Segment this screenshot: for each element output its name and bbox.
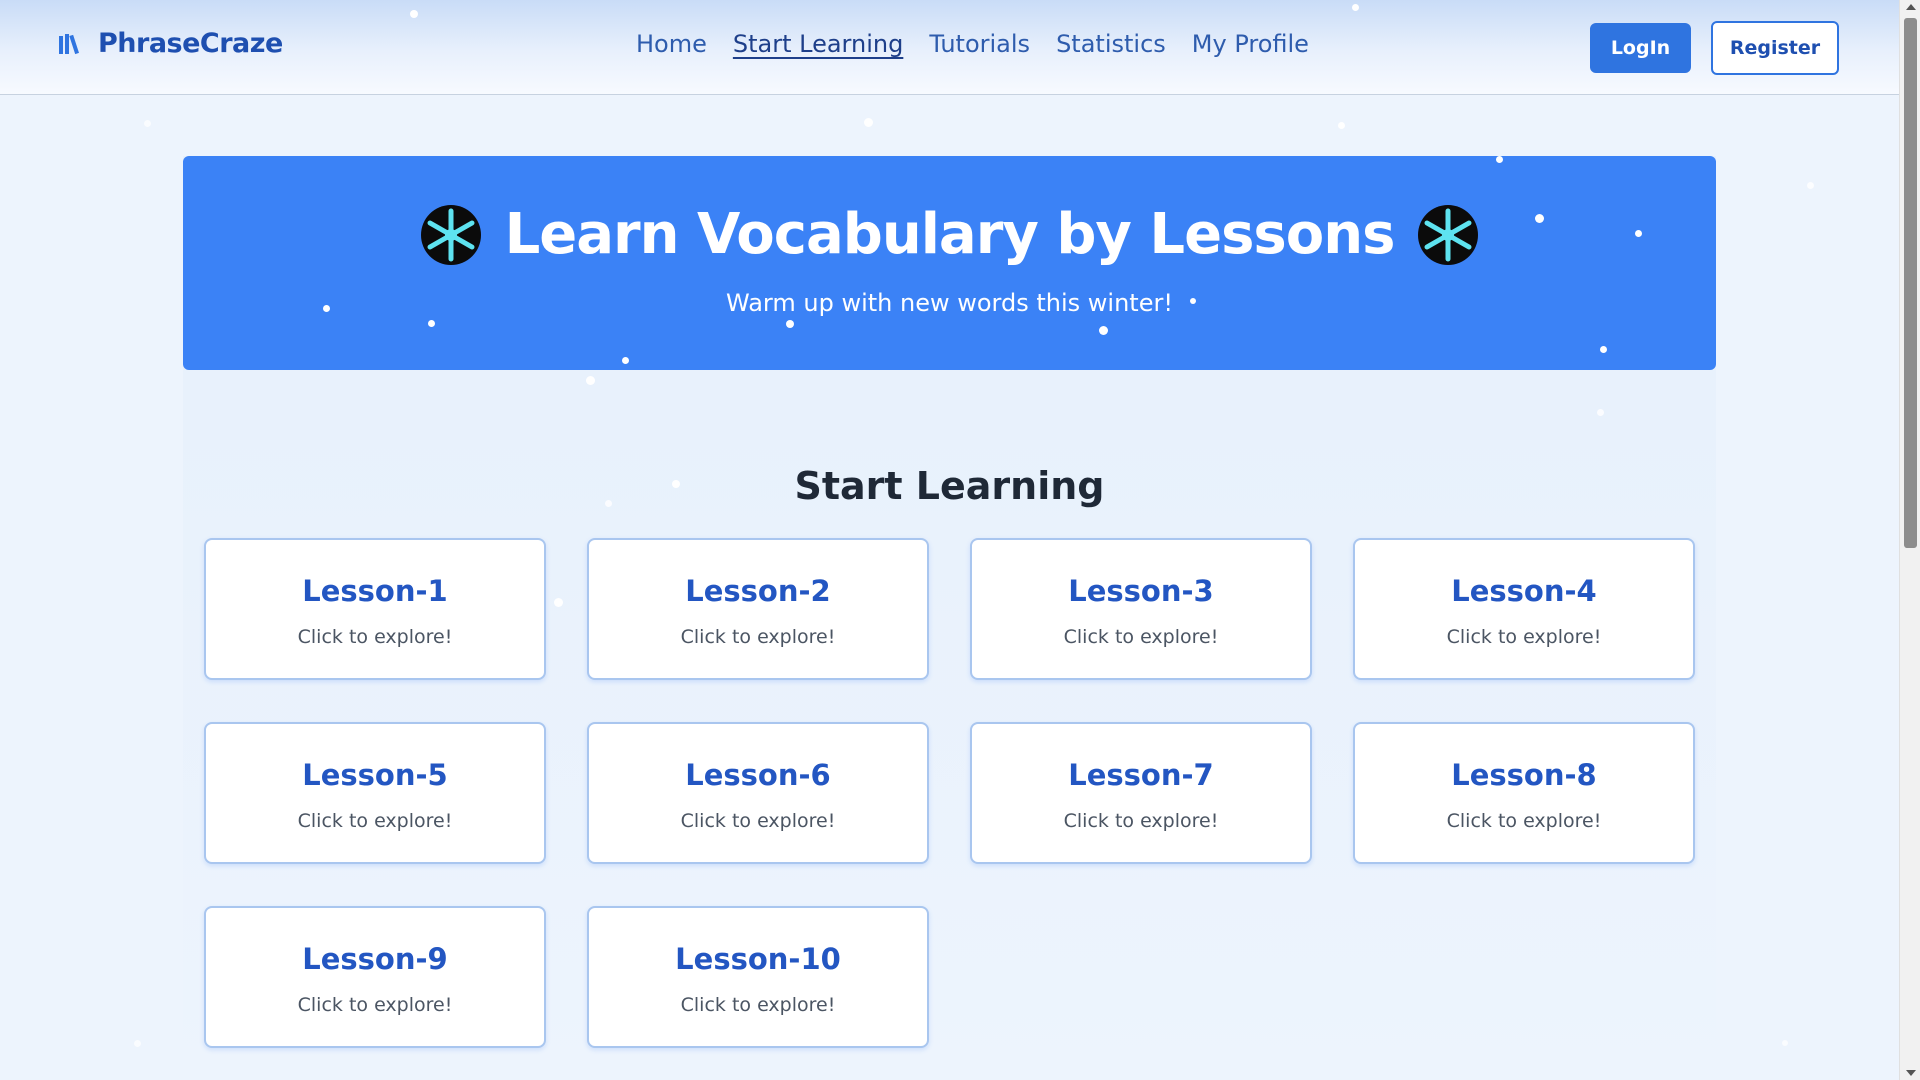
snow-particle: [554, 598, 563, 607]
snow-particle: [1807, 182, 1814, 189]
snowflake-icon: [420, 204, 481, 265]
lesson-title: Lesson-6: [685, 758, 831, 792]
login-button[interactable]: LogIn: [1590, 23, 1691, 73]
lesson-card[interactable]: Lesson-7 Click to explore!: [970, 722, 1312, 864]
navbar: PhraseCraze Home Start Learning Tutorial…: [0, 0, 1899, 95]
lesson-subtitle: Click to explore!: [1063, 626, 1219, 648]
lesson-subtitle: Click to explore!: [1446, 810, 1602, 832]
snow-particle: [1635, 230, 1642, 237]
snow-particle: [428, 320, 435, 327]
section-title: Start Learning: [794, 464, 1105, 508]
snow-particle: [1352, 4, 1359, 11]
snow-particle: [1496, 156, 1503, 163]
snow-particle: [586, 376, 595, 385]
lesson-subtitle: Click to explore!: [297, 626, 453, 648]
lesson-title: Lesson-3: [1068, 574, 1214, 608]
snow-particle: [1600, 346, 1607, 353]
snow-particle: [1190, 298, 1196, 304]
lesson-title: Lesson-9: [302, 942, 448, 976]
scrollbar-thumb[interactable]: [1904, 18, 1917, 548]
hero-banner: Learn Vocabulary by Lessons Warm up with…: [183, 156, 1716, 370]
lesson-card[interactable]: Lesson-10 Click to explore!: [587, 906, 929, 1048]
snow-particle: [1338, 122, 1345, 129]
snow-particle: [144, 120, 151, 127]
snow-particle: [134, 1040, 141, 1047]
lesson-title: Lesson-4: [1451, 574, 1597, 608]
snow-particle: [1099, 326, 1108, 335]
snow-particle: [605, 500, 612, 507]
register-button[interactable]: Register: [1711, 21, 1839, 75]
scroll-down-arrow-icon[interactable]: [1906, 1070, 1916, 1076]
main-nav: Home Start Learning Tutorials Statistics…: [636, 30, 1309, 58]
lesson-card[interactable]: Lesson-6 Click to explore!: [587, 722, 929, 864]
vertical-scrollbar[interactable]: [1899, 0, 1920, 1080]
lesson-card[interactable]: Lesson-9 Click to explore!: [204, 906, 546, 1048]
lesson-subtitle: Click to explore!: [1446, 626, 1602, 648]
lesson-card[interactable]: Lesson-8 Click to explore!: [1353, 722, 1695, 864]
lesson-subtitle: Click to explore!: [680, 626, 836, 648]
snow-particle: [672, 480, 680, 488]
snow-particle: [786, 320, 794, 328]
lesson-card[interactable]: Lesson-2 Click to explore!: [587, 538, 929, 680]
snow-particle: [323, 305, 330, 312]
lesson-title: Lesson-5: [302, 758, 448, 792]
lesson-card[interactable]: Lesson-4 Click to explore!: [1353, 538, 1695, 680]
scroll-up-arrow-icon[interactable]: [1906, 4, 1916, 10]
snow-particle: [1782, 1040, 1788, 1046]
lesson-card[interactable]: Lesson-3 Click to explore!: [970, 538, 1312, 680]
snowflake-icon: [1418, 204, 1479, 265]
lesson-subtitle: Click to explore!: [1063, 810, 1219, 832]
hero-title-row: Learn Vocabulary by Lessons: [183, 202, 1716, 267]
nav-link-home[interactable]: Home: [636, 30, 707, 58]
nav-link-tutorials[interactable]: Tutorials: [929, 30, 1030, 58]
main-container: Learn Vocabulary by Lessons Warm up with…: [183, 156, 1716, 1080]
hero-subtitle: Warm up with new words this winter!: [726, 289, 1173, 317]
lesson-subtitle: Click to explore!: [680, 810, 836, 832]
hero-title: Learn Vocabulary by Lessons: [504, 202, 1396, 267]
brand-logo[interactable]: PhraseCraze: [58, 28, 283, 59]
snow-particle: [1597, 409, 1604, 416]
lesson-card[interactable]: Lesson-1 Click to explore!: [204, 538, 546, 680]
lesson-subtitle: Click to explore!: [297, 810, 453, 832]
lesson-title: Lesson-10: [675, 942, 841, 976]
nav-link-my-profile[interactable]: My Profile: [1192, 30, 1309, 58]
lesson-title: Lesson-1: [302, 574, 448, 608]
lesson-title: Lesson-7: [1068, 758, 1214, 792]
brand-name: PhraseCraze: [98, 28, 283, 59]
lesson-title: Lesson-2: [685, 574, 831, 608]
lesson-subtitle: Click to explore!: [680, 994, 836, 1016]
snow-particle: [622, 357, 629, 364]
lesson-subtitle: Click to explore!: [297, 994, 453, 1016]
nav-link-start-learning[interactable]: Start Learning: [733, 30, 903, 58]
snow-particle: [410, 10, 418, 18]
snow-particle: [1535, 214, 1544, 223]
books-icon: [59, 33, 79, 54]
snow-particle: [864, 118, 873, 127]
nav-link-statistics[interactable]: Statistics: [1056, 30, 1166, 58]
lesson-title: Lesson-8: [1451, 758, 1597, 792]
lesson-card[interactable]: Lesson-5 Click to explore!: [204, 722, 546, 864]
